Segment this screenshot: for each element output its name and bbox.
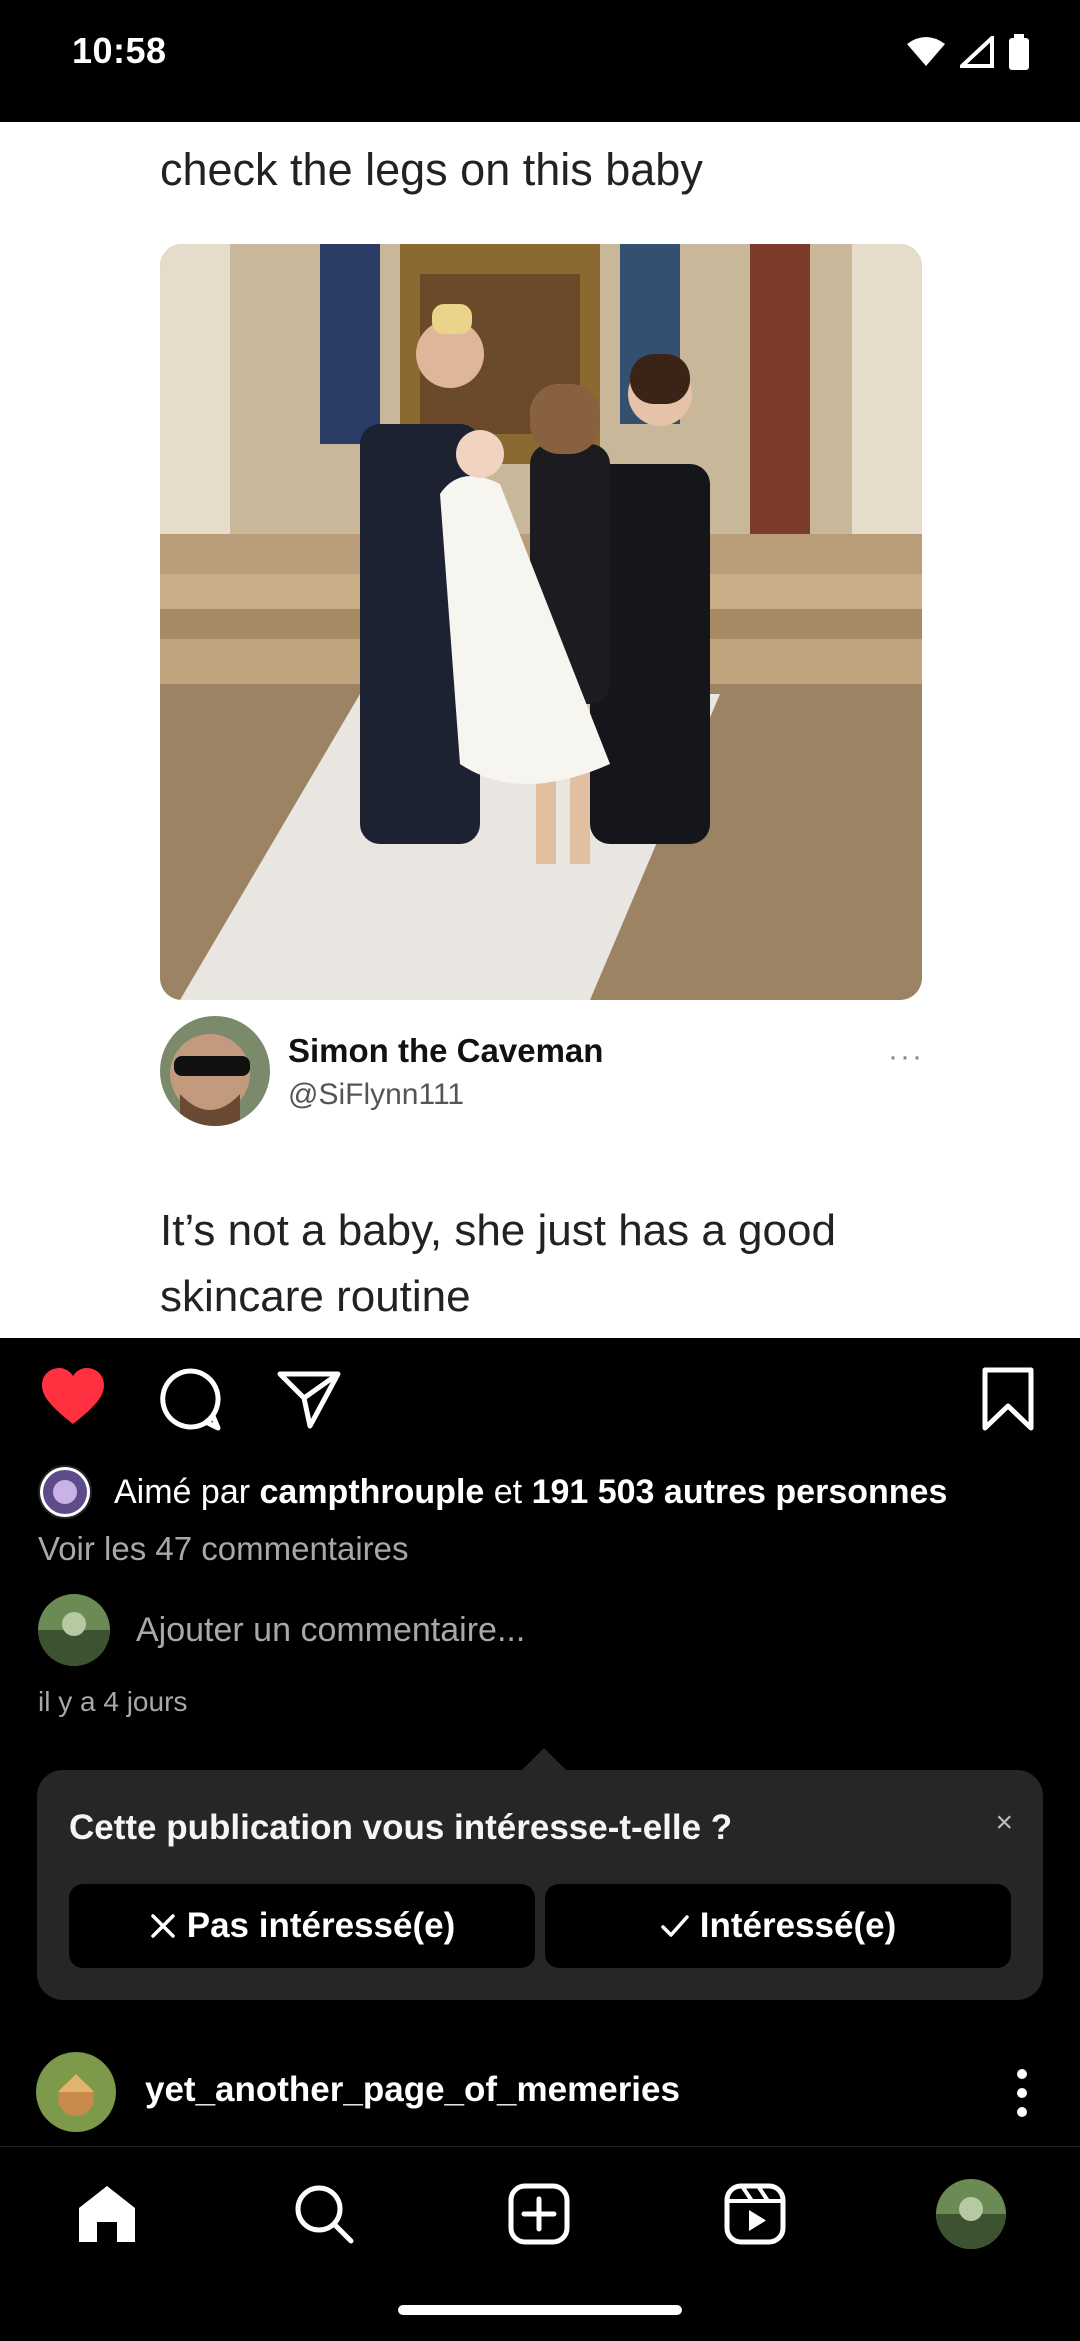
home-icon: [79, 2186, 135, 2242]
tweet-more-icon: ···: [888, 1040, 924, 1073]
comment-input[interactable]: [136, 1610, 736, 1650]
bookmark-icon[interactable]: [975, 1366, 1041, 1432]
interested-label: Intéressé(e): [699, 1906, 897, 1945]
next-post-header: yet_another_page_of_memeries: [0, 2050, 1080, 2140]
search-icon: [295, 2185, 354, 2244]
christening-photo: [160, 244, 922, 1000]
battery-icon: [1009, 34, 1029, 70]
liker-avatar: [38, 1465, 92, 1519]
share-icon[interactable]: [276, 1366, 342, 1432]
nav-home[interactable]: [70, 2177, 144, 2251]
wifi-icon: [907, 37, 945, 66]
view-comments-link[interactable]: Voir les 47 commentaires: [38, 1530, 409, 1568]
status-bar: 10:58: [0, 0, 1080, 110]
next-post-avatar[interactable]: [36, 2052, 116, 2132]
interest-card: Cette publication vous intéresse-t-elle …: [37, 1770, 1043, 2000]
signal-icon: [960, 36, 994, 68]
check-icon: [661, 1915, 689, 1937]
interested-button[interactable]: Intéressé(e): [545, 1884, 1011, 1968]
nav-reels[interactable]: [718, 2177, 792, 2251]
gesture-bar[interactable]: [398, 2305, 682, 2315]
tweet-display-name: Simon the Caveman: [288, 1032, 604, 1069]
status-time: 10:58: [72, 30, 167, 71]
nav-profile[interactable]: [934, 2177, 1008, 2251]
likes-others[interactable]: 191 503 autres personnes: [532, 1473, 948, 1512]
not-interested-button[interactable]: Pas intéressé(e): [69, 1884, 535, 1968]
likes-prefix: Aimé par: [114, 1472, 260, 1511]
likes-summary[interactable]: Aimé par campthrouple et 191 503 autres …: [38, 1464, 947, 1520]
tweet-avatar: [160, 1016, 270, 1126]
tweet-handle: @SiFlynn111: [288, 1078, 465, 1111]
close-icon[interactable]: ×: [995, 1806, 1013, 1840]
comment-icon[interactable]: [158, 1366, 224, 1432]
not-interested-label: Pas intéressé(e): [186, 1906, 456, 1945]
profile-avatar: [936, 2179, 1006, 2249]
card-pointer: [520, 1748, 568, 1772]
heart-icon[interactable]: [40, 1366, 106, 1432]
interest-question: Cette publication vous intéresse-t-elle …: [69, 1808, 733, 1847]
add-comment-row[interactable]: [38, 1594, 736, 1666]
next-post-username[interactable]: yet_another_page_of_memeries: [145, 2070, 680, 2110]
likes-middle: et: [484, 1472, 532, 1511]
meme-caption: check the legs on this baby: [160, 144, 703, 195]
post-time: il y a 4 jours: [38, 1686, 188, 1717]
tweet-text: It’s not a baby, she just has a good ski…: [160, 1206, 836, 1321]
more-options-icon[interactable]: [1010, 2066, 1034, 2120]
x-icon: [151, 1914, 175, 1938]
nav-search[interactable]: [287, 2177, 361, 2251]
own-avatar: [38, 1594, 110, 1666]
post-actions: [0, 1340, 1080, 1450]
nav-create[interactable]: [502, 2177, 576, 2251]
post-image[interactable]: check the legs on this baby Simon the Ca…: [0, 122, 1080, 1338]
likes-user[interactable]: campthrouple: [260, 1473, 485, 1512]
reels-icon: [724, 2183, 786, 2245]
add-post-icon: [508, 2183, 570, 2245]
